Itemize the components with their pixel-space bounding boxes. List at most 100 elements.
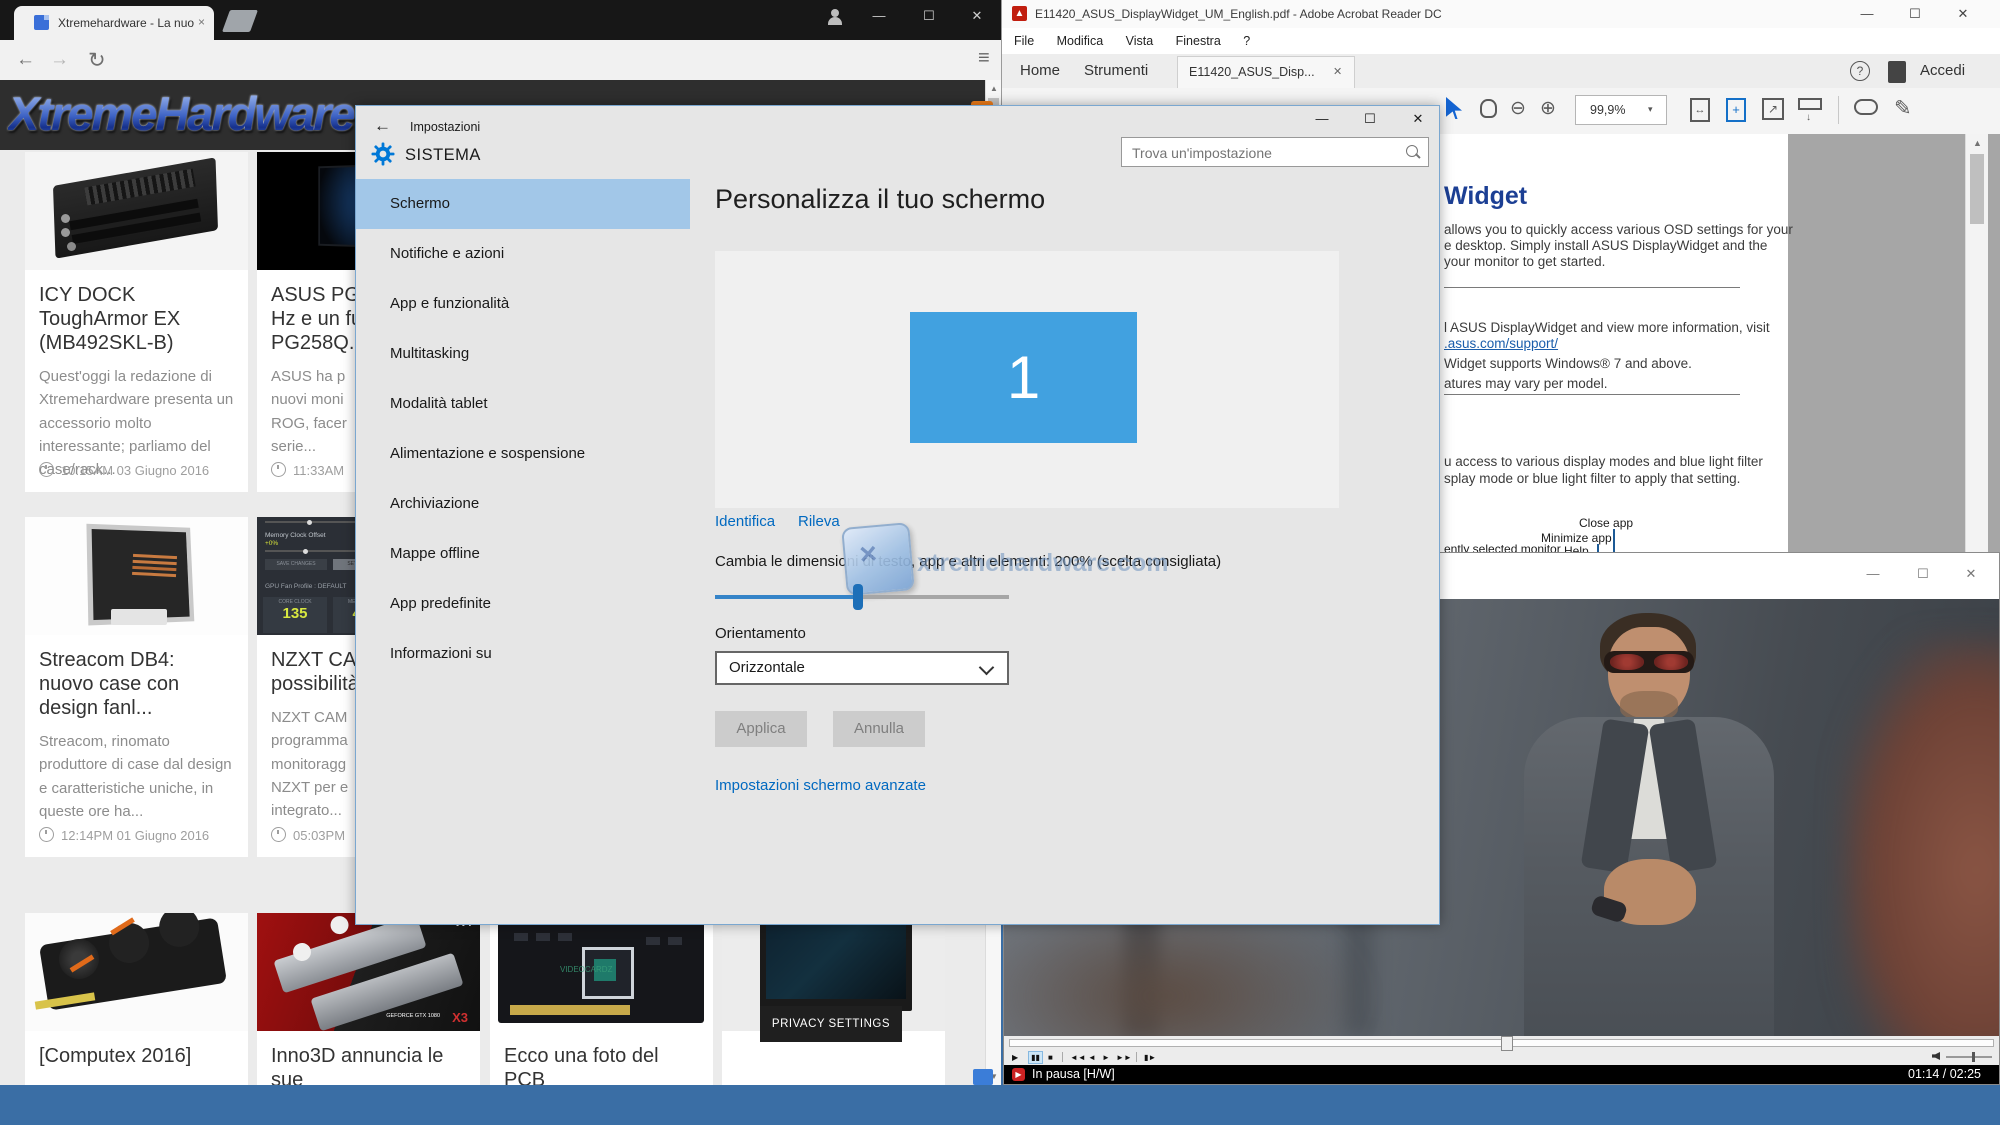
settings-minimize-button[interactable]: — [1305,108,1339,130]
scroll-top-widget[interactable] [973,1069,993,1085]
volume-icon[interactable] [1932,1052,1940,1060]
menu-help[interactable]: ? [1243,28,1250,54]
sidebar-item-schermo[interactable]: Schermo [356,179,690,229]
step-forward-button[interactable]: ► [1102,1053,1110,1062]
skip-forward-button[interactable]: ►► [1116,1053,1132,1062]
sidebar-item-archiviazione[interactable]: Archiviazione [356,479,690,529]
acrobat-maximize-button[interactable]: ☐ [1898,3,1932,25]
detect-link[interactable]: Rileva [798,513,840,530]
browser-tab[interactable]: Xtremehardware - La nuo × [14,6,214,40]
page-scroll-icon[interactable] [1798,98,1822,110]
article-image-gigabyte-gpu [25,913,248,1031]
article-card[interactable]: [Computex 2016] [25,913,248,1085]
tab-strumenti[interactable]: Strumenti [1084,62,1148,79]
acrobat-close-button[interactable]: ✕ [1946,3,1980,25]
tab-document[interactable]: E11420_ASUS_Disp... ✕ [1177,56,1355,88]
monitor-preview[interactable]: 1 [910,312,1137,443]
pdf-scrollbar-thumb[interactable] [1970,154,1984,224]
settings-search-box[interactable] [1121,137,1429,167]
site-logo[interactable]: XtremeHardware [8,86,354,141]
scroll-up-icon[interactable]: ▲ [990,84,998,93]
advanced-display-link[interactable]: Impostazioni schermo avanzate [715,777,926,794]
zoom-in-icon[interactable]: ⊕ [1540,97,1556,120]
mobile-device-icon[interactable] [1888,61,1906,83]
signin-link[interactable]: Accedi [1920,62,1965,79]
acrobat-menubar: File Modifica Vista Finestra ? [1002,28,2000,54]
player-seek-row [1004,1036,1999,1051]
article-title[interactable]: ICY DOCK ToughArmor EX (MB492SKL-B) [39,283,234,355]
zoom-level-box[interactable]: 99,9% ▾ [1575,95,1667,125]
player-maximize-button[interactable]: ☐ [1906,563,1940,585]
player-close-button[interactable]: ✕ [1954,563,1988,585]
article-title[interactable]: Streacom DB4: nuovo case con design fanl… [39,648,234,720]
select-tool-icon[interactable] [1446,97,1462,119]
zoom-dropdown-icon[interactable]: ▾ [1648,104,1653,115]
apply-button[interactable]: Applica [715,711,807,747]
fit-width-icon[interactable]: ↔ [1690,98,1710,122]
browser-menu-icon[interactable]: ≡ [978,47,990,70]
forward-icon[interactable]: → [50,49,69,71]
fullscreen-icon[interactable]: ↗ [1762,98,1784,120]
article-card[interactable]: ICY DOCK ToughArmor EX (MB492SKL-B) Ques… [25,152,248,492]
stop-button[interactable]: ■ [1048,1053,1053,1062]
article-card[interactable]: VIDEOCARDZ Ecco una foto del PCB [490,913,713,1085]
frame-step-button[interactable]: ▮► [1144,1053,1156,1062]
help-circle-icon[interactable]: ? [1850,61,1870,81]
seek-thumb[interactable] [1501,1036,1513,1051]
settings-back-icon[interactable]: ← [374,116,391,136]
tab-home[interactable]: Home [1020,62,1060,79]
back-icon[interactable]: ← [16,49,35,71]
tab-close-icon[interactable]: × [198,15,205,29]
settings-maximize-button[interactable]: ☐ [1353,108,1387,130]
browser-profile-icon[interactable] [826,8,844,26]
sidebar-item-mappe-offline[interactable]: Mappe offline [356,529,690,579]
skip-back-button[interactable]: ◄◄ [1070,1053,1086,1062]
identify-link[interactable]: Identifica [715,513,775,530]
browser-close-button[interactable]: ✕ [960,5,994,27]
sidebar-item-alimentazione[interactable]: Alimentazione e sospensione [356,429,690,479]
acrobat-minimize-button[interactable]: — [1850,3,1884,25]
browser-maximize-button[interactable]: ☐ [912,5,946,27]
volume-thumb[interactable] [1972,1052,1975,1062]
sidebar-item-modalita-tablet[interactable]: Modalità tablet [356,379,690,429]
article-title[interactable]: [Computex 2016] [39,1044,234,1068]
settings-close-button[interactable]: ✕ [1401,108,1435,130]
menu-vista[interactable]: Vista [1126,28,1154,54]
sidebar-item-informazioni[interactable]: Informazioni su [356,629,690,679]
new-tab-button[interactable] [222,10,258,32]
fit-page-icon[interactable]: + [1726,98,1746,122]
settings-search-input[interactable] [1130,140,1394,166]
pause-button[interactable]: ▮▮ [1028,1051,1043,1064]
hand-tool-icon[interactable] [1480,99,1497,118]
scale-slider-thumb[interactable] [853,584,863,610]
volume-slider[interactable] [1946,1056,1992,1058]
privacy-settings-button[interactable]: PRIVACY SETTINGS [760,1006,902,1042]
article-card[interactable]: Streacom DB4: nuovo case con design fanl… [25,517,248,857]
comment-icon[interactable] [1854,99,1878,115]
reload-icon[interactable]: ↻ [88,48,106,73]
article-card[interactable]: GEFORCE GTX 1080 X4 GEFORCE GTX 1080 X3 … [257,913,480,1085]
step-back-button[interactable]: ◄ [1088,1053,1096,1062]
menu-finestra[interactable]: Finestra [1176,28,1221,54]
player-minimize-button[interactable]: — [1856,563,1890,585]
menu-file[interactable]: File [1014,28,1034,54]
zoom-out-icon[interactable]: ⊖ [1510,97,1526,120]
sidebar-item-notifiche[interactable]: Notifiche e azioni [356,229,690,279]
pdf-link[interactable]: .asus.com/support/ [1444,336,1558,351]
tab-document-close-icon[interactable]: ✕ [1333,65,1342,78]
menu-modifica[interactable]: Modifica [1057,28,1104,54]
article-title[interactable]: Inno3D annuncia le sue [271,1044,466,1085]
play-button[interactable]: ▶ [1012,1053,1018,1062]
highlight-pen-icon[interactable]: ✎ [1894,96,1912,121]
cancel-button[interactable]: Annulla [833,711,925,747]
article-title[interactable]: Ecco una foto del PCB [504,1044,699,1085]
browser-minimize-button[interactable]: — [862,5,896,27]
sidebar-item-app-predefinite[interactable]: App predefinite [356,579,690,629]
pdf-scroll-up-icon[interactable]: ▲ [1973,138,1982,148]
pdf-scrollbar[interactable]: ▲ [1965,134,1988,561]
sidebar-item-app-funzionalita[interactable]: App e funzionalità [356,279,690,329]
sidebar-item-multitasking[interactable]: Multitasking [356,329,690,379]
search-icon-handle [1415,153,1420,158]
article-card[interactable] [722,913,945,1085]
orientation-select[interactable]: Orizzontale [715,651,1009,685]
